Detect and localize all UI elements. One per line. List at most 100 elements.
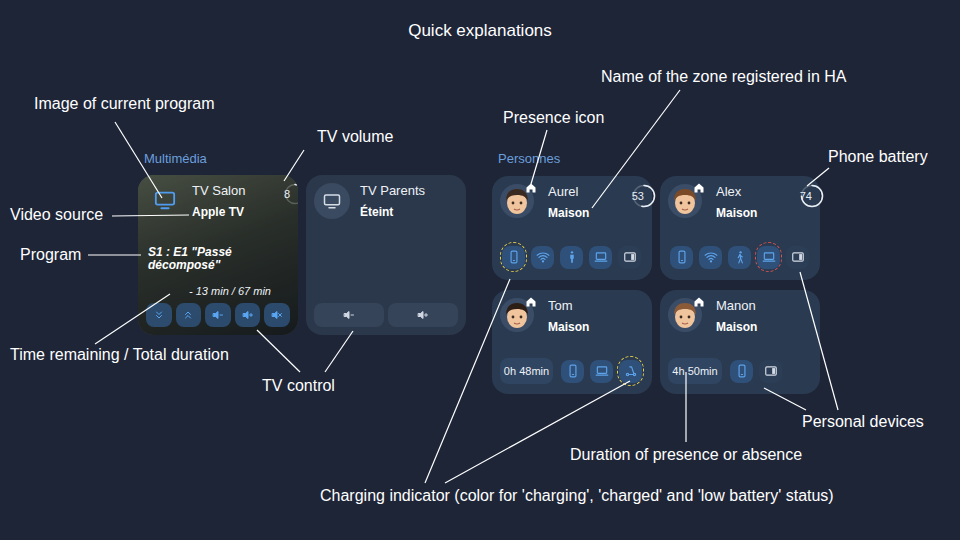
person-info: TomMaison	[548, 298, 644, 335]
device-tile[interactable]	[561, 360, 584, 383]
tv-control-button[interactable]	[146, 303, 172, 327]
person-card[interactable]: AurelMaison53	[492, 176, 652, 280]
phone-icon	[566, 364, 580, 378]
tv-control-button[interactable]	[314, 303, 384, 327]
annotation-label: Personal devices	[802, 412, 924, 432]
avatar	[668, 298, 702, 332]
level-reading: 53	[632, 191, 644, 202]
device-tile[interactable]	[618, 246, 641, 269]
wifi-icon	[536, 250, 550, 264]
tv-control-button[interactable]	[388, 303, 458, 327]
person-standing-icon	[565, 250, 579, 264]
laptop-icon	[594, 250, 608, 264]
charge-indicator	[697, 242, 724, 272]
charge-indicator	[757, 356, 784, 386]
avatar	[500, 298, 534, 332]
mute-icon	[271, 309, 283, 321]
presence-duration: 4h 50min	[672, 365, 717, 378]
device-tile[interactable]	[730, 360, 753, 383]
tv-header: TV ParentsÉteint	[314, 183, 458, 220]
leader-line	[425, 279, 510, 483]
person-card[interactable]: TomMaison 0h 48min	[492, 290, 652, 394]
device-tile[interactable]	[531, 246, 554, 269]
person-info: AurelMaison	[548, 184, 632, 221]
tv-card[interactable]: TV ParentsÉteint	[306, 175, 466, 335]
charge-indicator	[616, 242, 643, 272]
charge-indicator	[587, 242, 614, 272]
zone-name: Maison	[548, 319, 644, 335]
phone-icon	[507, 250, 521, 264]
leader-line	[115, 122, 162, 198]
device-tile[interactable]	[590, 360, 613, 383]
battery-ring: 74	[800, 184, 812, 208]
annotation-label: Image of current program	[34, 94, 215, 114]
person-name: Alex	[716, 184, 800, 200]
leader-line	[531, 130, 547, 184]
charge-indicator	[529, 242, 556, 272]
tv-info: TV Salon Apple TV	[192, 183, 284, 220]
device-tile[interactable]	[757, 246, 780, 269]
volume-down-icon	[212, 309, 224, 321]
avatar	[500, 184, 534, 218]
tv-name: TV Salon	[192, 183, 284, 199]
tv-control-button[interactable]	[264, 303, 290, 327]
charge-indicator	[726, 242, 753, 272]
device-tile[interactable]	[699, 246, 722, 269]
leader-line	[807, 168, 829, 186]
leader-line	[88, 254, 141, 255]
device-row: 0h 48min	[500, 356, 644, 386]
zone-name: Maison	[716, 319, 812, 335]
device-row	[668, 242, 812, 272]
tv-controls	[314, 303, 458, 327]
device-tile[interactable]	[759, 360, 782, 383]
device-row: 4h 50min	[668, 356, 812, 386]
device-tile[interactable]	[670, 246, 693, 269]
person-header: AurelMaison53	[500, 184, 644, 221]
tv-control-button[interactable]	[235, 303, 261, 327]
tv-control-button[interactable]	[176, 303, 202, 327]
leader-lines	[0, 0, 960, 540]
phone-icon	[675, 250, 689, 264]
annotation-label: TV control	[262, 376, 335, 396]
channel-up-icon	[182, 309, 194, 321]
charge-indicator	[500, 242, 527, 272]
person-name: Aurel	[548, 184, 632, 200]
charge-indicator	[558, 242, 585, 272]
leader-line	[764, 388, 806, 410]
person-info: AlexMaison	[716, 184, 800, 221]
device-tile[interactable]	[502, 246, 525, 269]
person-card[interactable]: Manon Maison 4h 50min	[660, 290, 820, 394]
annotation-label: Presence icon	[503, 108, 604, 128]
volume-ring: 8	[284, 183, 290, 205]
duration-box: 4h 50min	[668, 358, 722, 384]
device-tile[interactable]	[786, 246, 809, 269]
annotation-label: Phone battery	[828, 147, 928, 167]
tablet-icon	[764, 364, 778, 378]
person-info: Manon Maison	[716, 298, 812, 335]
tv-status: Éteint	[360, 204, 458, 220]
person-card[interactable]: AlexMaison74	[660, 176, 820, 280]
tv-status: Apple TV	[192, 204, 284, 220]
phone-icon	[735, 364, 749, 378]
page-title: Quick explanations	[0, 21, 960, 41]
device-tile[interactable]	[560, 246, 583, 269]
device-tile[interactable]	[619, 360, 642, 383]
person-name: Manon	[716, 298, 812, 314]
time-remaining: - 13 min / 67 min	[146, 284, 290, 298]
laptop-icon	[595, 364, 609, 378]
tv-icon-circle	[314, 183, 350, 219]
channel-down-icon	[153, 309, 165, 321]
volume-down-icon	[343, 309, 355, 321]
multimedia-section: MultimédiaTV SalonApple TV8S1 : E1 "Pass…	[138, 150, 466, 335]
leader-line	[685, 372, 686, 442]
level-reading: 74	[800, 191, 812, 202]
annotation-label: Duration of presence or absence	[570, 445, 802, 465]
person-walking-icon	[733, 250, 747, 264]
device-tile[interactable]	[728, 246, 751, 269]
leader-line	[112, 215, 189, 216]
tv-card[interactable]: TV SalonApple TV8S1 : E1 "Passé décompos…	[138, 175, 298, 335]
device-tile[interactable]	[589, 246, 612, 269]
tv-control-button[interactable]	[205, 303, 231, 327]
tv-icon	[152, 189, 178, 211]
charge-indicator	[755, 242, 782, 272]
